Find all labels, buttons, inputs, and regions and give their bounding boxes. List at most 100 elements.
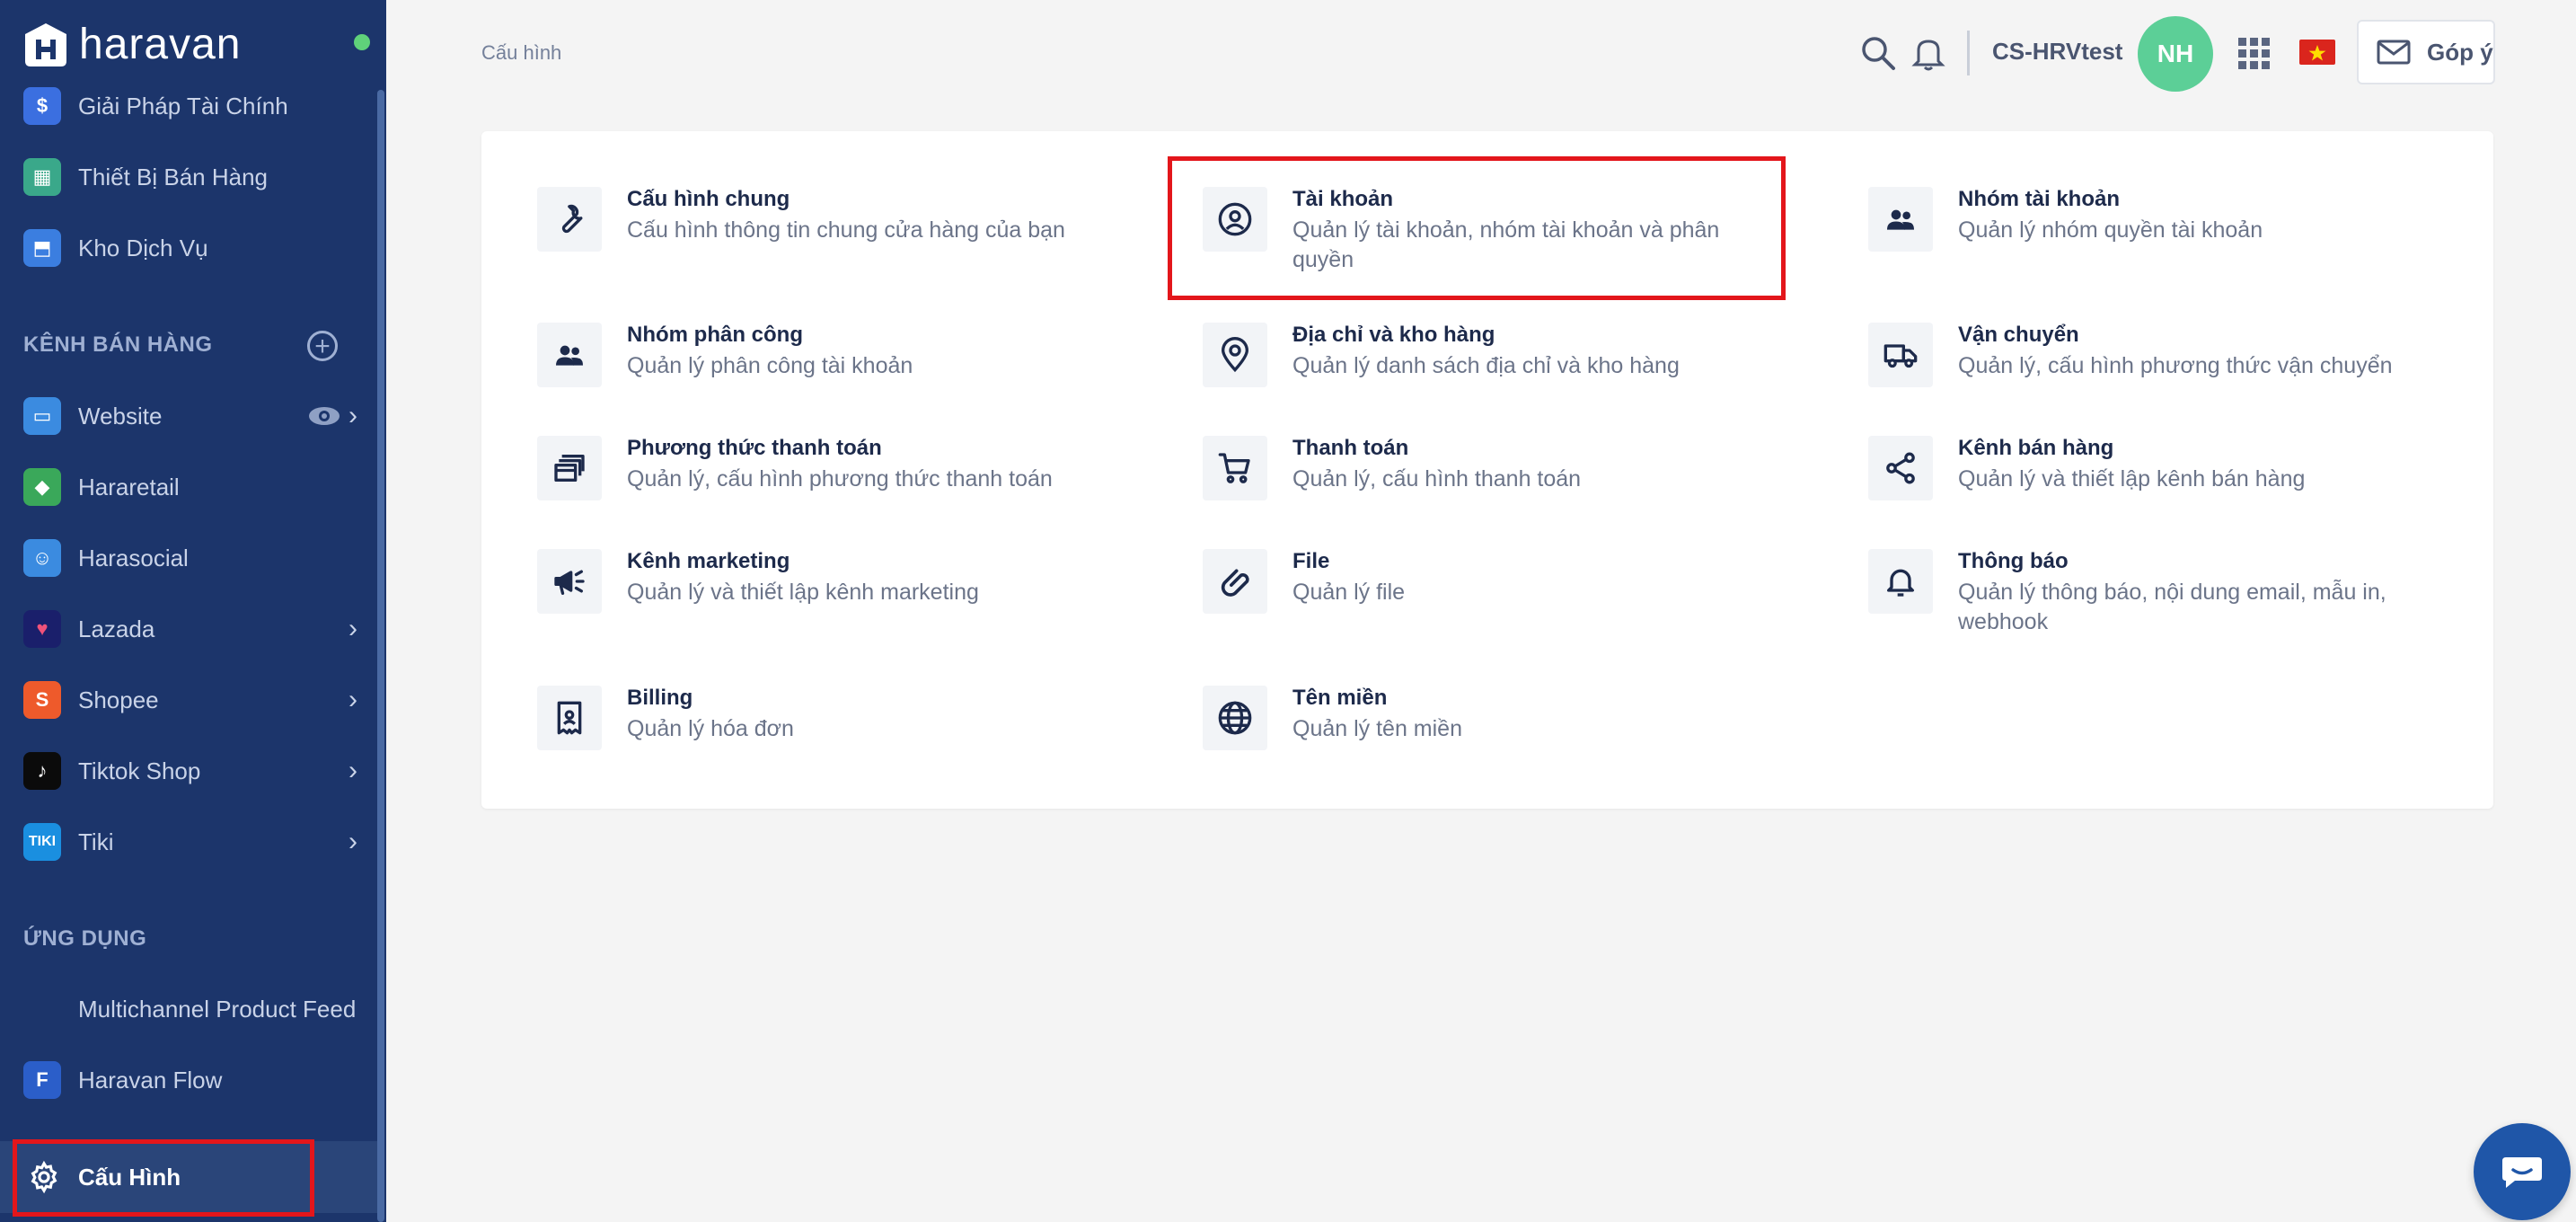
sidebar-item-finance[interactable]: $ Giải Pháp Tài Chính (0, 79, 377, 133)
setting-payment[interactable]: Thanh toán Quản lý, cấu hình thanh toán (1147, 380, 1776, 500)
setting-title: File (1292, 549, 1330, 573)
tiki-icon: TIKI (23, 823, 61, 861)
setting-desc: Cấu hình thông tin chung cửa hàng của bạ… (627, 217, 1065, 243)
sidebar-item-service-store[interactable]: ⬒ Kho Dịch Vụ (0, 221, 377, 275)
location-pin-icon (1203, 323, 1267, 387)
online-status-dot (354, 34, 370, 50)
sidebar-item-label: Website (78, 402, 163, 429)
sidebar-item-label: Lazada (78, 615, 155, 642)
chat-button[interactable] (2474, 1123, 2571, 1220)
setting-desc: Quản lý và thiết lập kênh marketing (627, 580, 979, 605)
setting-desc: Quản lý, cấu hình phương thức thanh toán (627, 466, 1053, 491)
setting-payment-methods[interactable]: Phương thức thanh toán Quản lý, cấu hình… (481, 380, 1110, 500)
setting-sales-channels[interactable]: Kênh bán hàng Quản lý và thiết lập kênh … (1813, 380, 2441, 500)
shopee-icon: S (23, 681, 61, 719)
setting-file[interactable]: File Quản lý file (1147, 493, 1776, 614)
setting-desc: Quản lý phân công tài khoản (627, 353, 913, 378)
vietnam-flag-icon[interactable] (2299, 40, 2335, 65)
paperclip-icon (1203, 549, 1267, 614)
sidebar-item-label: Shopee (78, 686, 159, 713)
sidebar: haravan $ Giải Pháp Tài Chính ▦ Thiết Bị… (0, 0, 386, 1222)
setting-title: Địa chỉ và kho hàng (1292, 323, 1495, 347)
shop-name[interactable]: CS-HRVtest (1992, 38, 2122, 66)
bell-icon[interactable] (1911, 34, 1945, 72)
setting-title: Tên miền (1292, 686, 1388, 710)
team-icon (537, 323, 602, 387)
payment-card-icon (537, 436, 602, 500)
megaphone-icon (537, 549, 602, 614)
sidebar-item-website[interactable]: ▭ Website › (0, 389, 377, 443)
finance-icon: $ (23, 87, 61, 125)
sidebar-item-label: Tiktok Shop (78, 757, 201, 784)
lazada-icon: ♥ (23, 610, 61, 648)
chevron-right-icon[interactable]: › (348, 614, 357, 644)
setting-account-groups[interactable]: Nhóm tài khoản Quản lý nhóm quyền tài kh… (1813, 131, 2441, 252)
highlight-box-settings (13, 1139, 314, 1217)
haravan-logo-icon (18, 16, 74, 72)
setting-title: Nhóm tài khoản (1958, 187, 2121, 211)
sidebar-scrollbar[interactable] (377, 90, 384, 1222)
setting-title: Cấu hình chung (627, 187, 790, 211)
chevron-right-icon[interactable]: › (348, 401, 357, 431)
feedback-button[interactable]: Góp ý (2357, 20, 2495, 84)
brand-logo[interactable]: haravan (18, 13, 241, 75)
sidebar-item-label: Hararetail (78, 473, 180, 500)
brand-name: haravan (79, 20, 242, 68)
bell-icon (1868, 549, 1933, 614)
sidebar-item-tiktok[interactable]: ♪ Tiktok Shop › (0, 744, 377, 798)
receipt-icon (537, 686, 602, 750)
chevron-right-icon[interactable]: › (348, 827, 357, 857)
tiktok-icon: ♪ (23, 752, 61, 790)
apps-grid-icon[interactable] (2238, 38, 2271, 70)
sidebar-item-tiki[interactable]: TIKI Tiki › (0, 815, 377, 869)
setting-assignment-groups[interactable]: Nhóm phân công Quản lý phân công tài kho… (481, 267, 1110, 387)
add-channel-icon[interactable]: + (307, 331, 338, 361)
sidebar-item-label: Thiết Bị Bán Hàng (78, 163, 269, 190)
sidebar-item-label: Kho Dịch Vụ (78, 234, 208, 261)
setting-desc: Quản lý danh sách địa chỉ và kho hàng (1292, 353, 1680, 378)
setting-desc: Quản lý thông báo, nội dung email, mẫu i… (1958, 580, 2386, 634)
haravan-flow-icon: F (23, 1061, 61, 1099)
setting-billing[interactable]: Billing Quản lý hóa đơn (481, 630, 1110, 750)
breadcrumb[interactable]: Cấu hình (481, 41, 561, 65)
setting-marketing-channels[interactable]: Kênh marketing Quản lý và thiết lập kênh… (481, 493, 1110, 614)
setting-title: Thanh toán (1292, 436, 1409, 460)
setting-title: Billing (627, 686, 693, 710)
truck-icon (1868, 323, 1933, 387)
chevron-right-icon[interactable]: › (348, 685, 357, 715)
user-group-icon (1868, 187, 1933, 252)
setting-title: Kênh marketing (627, 549, 790, 573)
setting-notifications[interactable]: Thông báo Quản lý thông báo, nội dung em… (1813, 493, 2441, 634)
highlight-box-account (1168, 156, 1786, 300)
setting-title: Vận chuyển (1958, 323, 2079, 347)
sidebar-item-lazada[interactable]: ♥ Lazada › (0, 602, 377, 656)
sidebar-item-haravan-flow[interactable]: F Haravan Flow (0, 1053, 377, 1107)
globe-icon (1203, 686, 1267, 750)
setting-domains[interactable]: Tên miền Quản lý tên miền (1147, 630, 1776, 750)
harasocial-icon: ☺ (23, 539, 61, 577)
avatar[interactable]: NH (2138, 16, 2213, 92)
setting-desc: Quản lý nhóm quyền tài khoản (1958, 217, 2263, 243)
search-icon[interactable] (1859, 34, 1897, 72)
setting-desc: Quản lý hóa đơn (627, 716, 794, 741)
header-divider (1967, 31, 1970, 75)
sidebar-item-label: Multichannel Product Feed (78, 995, 357, 1023)
hararetail-icon: ◆ (23, 468, 61, 506)
sidebar-item-hararetail[interactable]: ◆ Hararetail (0, 460, 377, 514)
setting-desc: Quản lý, cấu hình phương thức vận chuyển (1958, 353, 2393, 378)
sidebar-item-harasocial[interactable]: ☺ Harasocial (0, 531, 377, 585)
sidebar-item-label: Giải Pháp Tài Chính (78, 92, 288, 120)
eye-icon[interactable] (307, 405, 341, 427)
sidebar-item-label: Harasocial (78, 544, 189, 571)
setting-title: Phương thức thanh toán (627, 436, 882, 460)
sidebar-item-shopee[interactable]: S Shopee › (0, 673, 377, 727)
setting-shipping[interactable]: Vận chuyển Quản lý, cấu hình phương thức… (1813, 267, 2441, 387)
service-store-icon: ⬒ (23, 229, 61, 267)
sidebar-item-multichannel-feed[interactable]: Multichannel Product Feed (0, 982, 377, 1036)
section-title-apps: ỨNG DỤNG (23, 926, 147, 951)
chevron-right-icon[interactable]: › (348, 756, 357, 786)
setting-general[interactable]: Cấu hình chung Cấu hình thông tin chung … (481, 131, 1110, 252)
setting-desc: Quản lý tên miền (1292, 716, 1462, 741)
sidebar-item-store-device[interactable]: ▦ Thiết Bị Bán Hàng (0, 150, 377, 204)
chat-bubble-icon (2502, 1157, 2542, 1188)
